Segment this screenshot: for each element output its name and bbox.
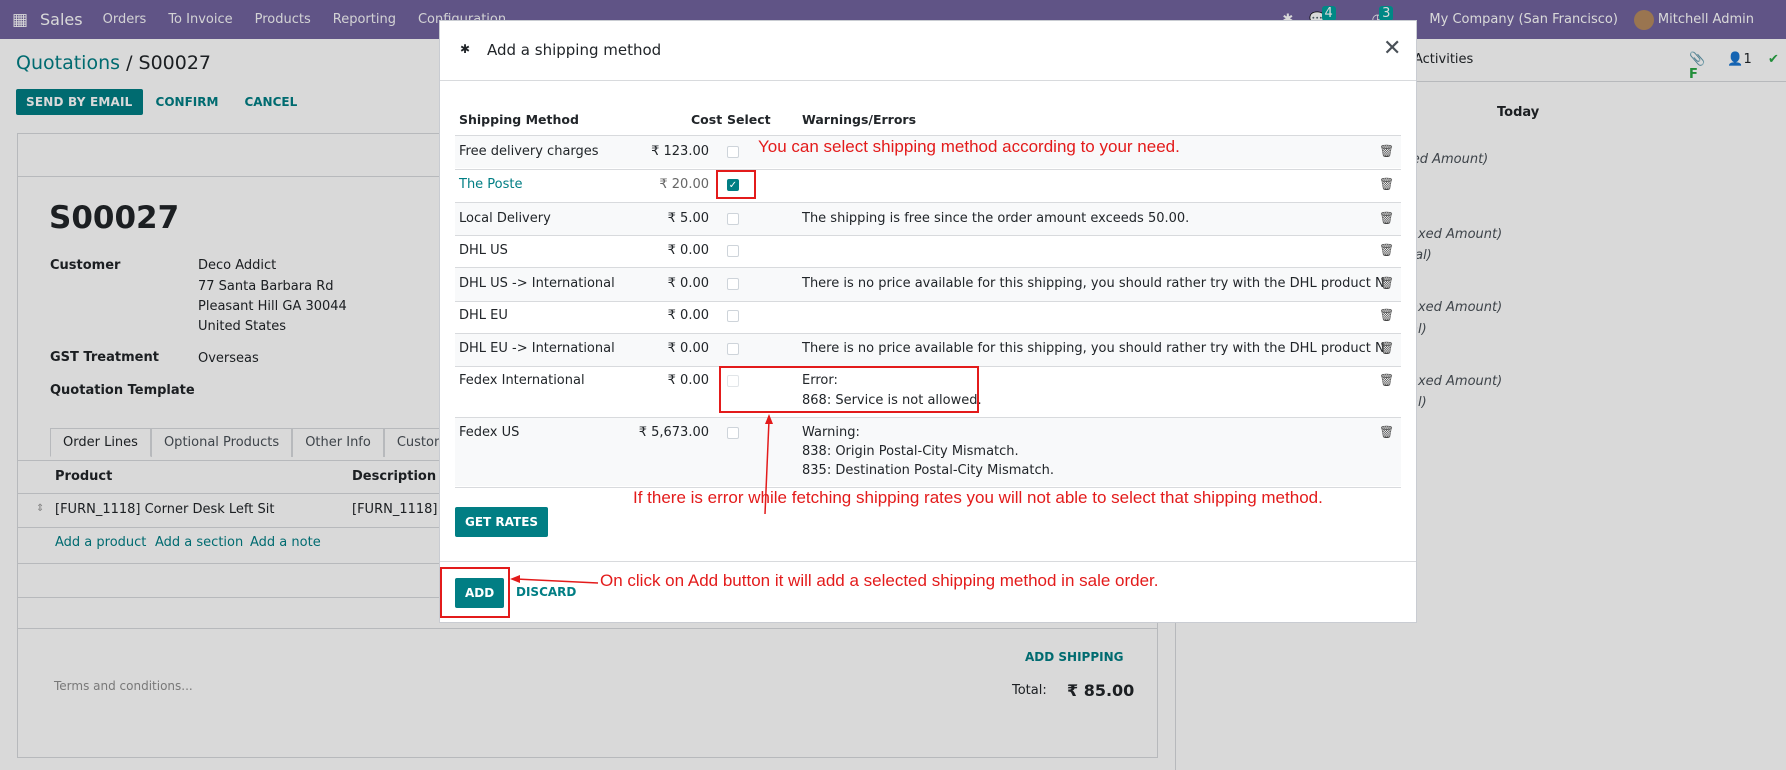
arrow-add [515, 578, 599, 584]
arrow-error [764, 419, 770, 515]
arrow-head-error [765, 414, 773, 424]
arrow-head-add [510, 575, 520, 583]
annotation-arrows [510, 414, 773, 584]
